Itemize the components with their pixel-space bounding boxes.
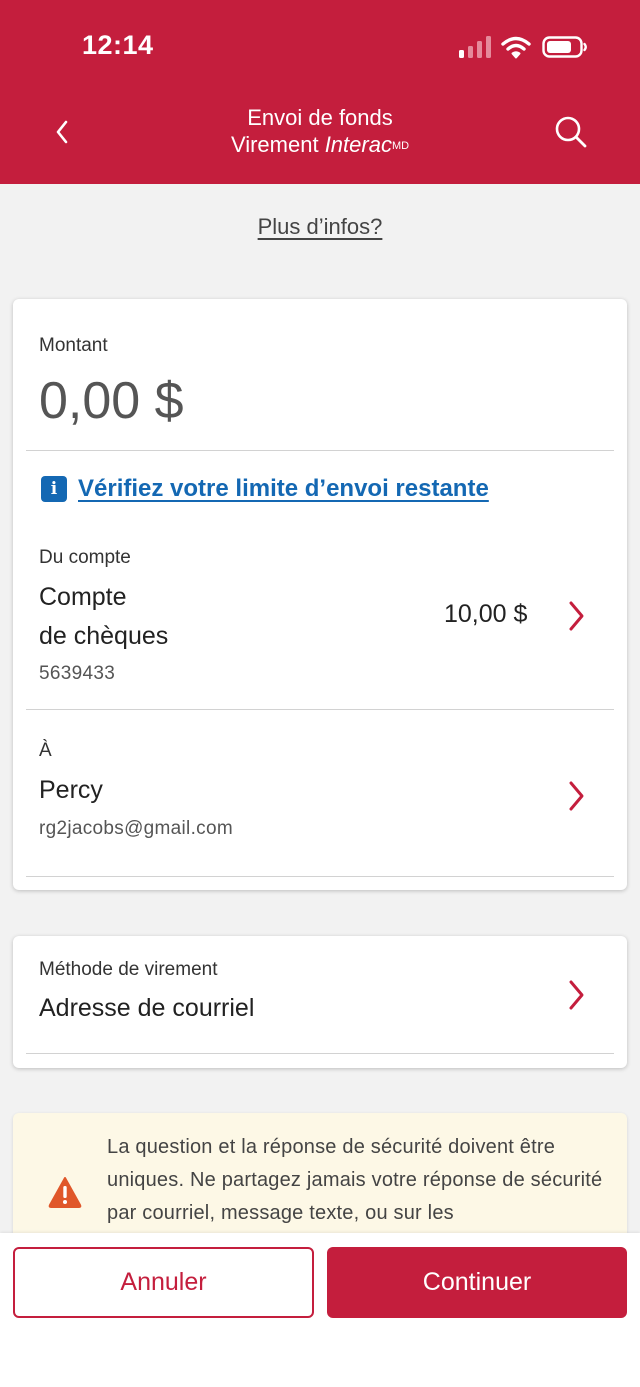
transfer-method-value: Adresse de courriel <box>39 994 255 1022</box>
divider <box>26 709 614 710</box>
transfer-details-card: Montant 0,00 $ i Vérifiez votre limite d… <box>13 299 627 890</box>
account-number: 5639433 <box>39 663 116 684</box>
recipient-email: rg2jacobs@gmail.com <box>39 818 233 839</box>
bottom-action-bar: Annuler Continuer <box>0 1233 640 1387</box>
warning-text: La question et la réponse de sécurité do… <box>107 1136 603 1224</box>
chevron-right-icon <box>569 980 584 1010</box>
chevron-right-icon <box>569 781 584 811</box>
transfer-method-label: Méthode de virement <box>39 959 218 980</box>
divider <box>26 1053 614 1054</box>
check-limit-text: Vérifiez votre limite d’envoi restante <box>78 475 489 502</box>
from-account-label: Du compte <box>39 547 131 568</box>
app-header: 12:14 Envoi de fonds Virement InteracMD <box>0 0 640 184</box>
account-name-line1: Compte <box>39 583 127 611</box>
more-info-link[interactable]: Plus d’infos? <box>0 214 640 240</box>
cancel-button[interactable]: Annuler <box>13 1247 314 1318</box>
signal-icon <box>459 36 491 58</box>
amount-input[interactable]: 0,00 $ <box>39 371 184 431</box>
page-title: Envoi de fonds Virement InteracMD <box>120 104 520 158</box>
page-title-line1: Envoi de fonds <box>247 105 393 130</box>
chevron-right-icon <box>569 601 584 631</box>
transfer-method-card[interactable]: Méthode de virement Adresse de courriel <box>13 936 627 1068</box>
warning-icon <box>48 1177 82 1208</box>
recipient-name: Percy <box>39 776 103 804</box>
amount-label: Montant <box>39 335 108 356</box>
divider <box>26 450 614 451</box>
account-name-line2: de chèques <box>39 622 169 650</box>
app-screen: 12:14 Envoi de fonds Virement InteracMD <box>0 0 640 1387</box>
info-icon: i <box>41 476 67 502</box>
trademark-sup: MD <box>391 140 410 152</box>
status-time: 12:14 <box>82 30 154 60</box>
search-button[interactable] <box>548 108 594 156</box>
interac-brand: Interac <box>324 132 392 157</box>
chevron-left-icon <box>56 120 68 144</box>
account-balance: 10,00 $ <box>444 600 528 628</box>
page-title-line2: Virement InteracMD <box>230 132 410 157</box>
search-icon <box>555 116 587 148</box>
battery-icon <box>542 36 587 58</box>
wifi-icon <box>501 36 531 59</box>
recipient-label: À <box>39 740 52 761</box>
divider <box>26 876 614 877</box>
back-button[interactable] <box>40 108 84 156</box>
continue-button[interactable]: Continuer <box>327 1247 627 1318</box>
check-limit-link[interactable]: i Vérifiez votre limite d’envoi restante <box>41 475 489 503</box>
